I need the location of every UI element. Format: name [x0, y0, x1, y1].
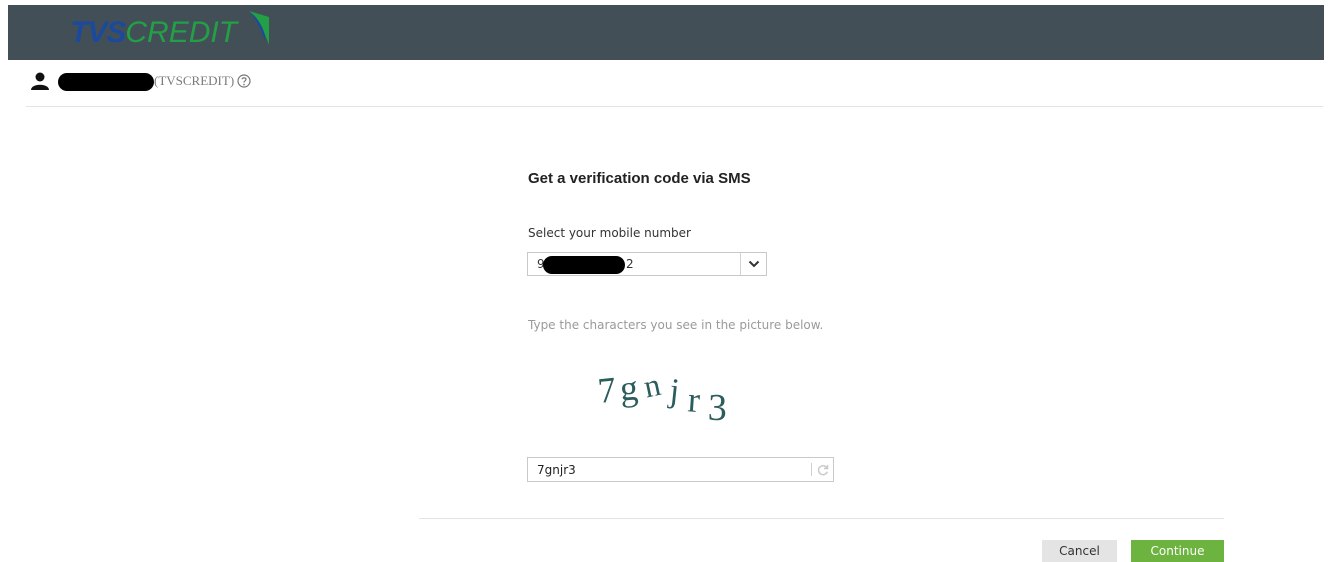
- svg-text:3: 3: [707, 387, 727, 430]
- logo-swoosh-icon: [249, 11, 269, 45]
- captcha-hint: Type the characters you see in the pictu…: [528, 318, 824, 332]
- continue-button[interactable]: Continue: [1131, 540, 1224, 562]
- logo-text-tvs: TVS: [70, 16, 126, 49]
- footer-divider: [419, 518, 1224, 519]
- redacted-mobile-digits: [543, 256, 625, 274]
- tvs-credit-logo: TVSCREDIT: [70, 13, 237, 53]
- mobile-number-suffix: 2: [626, 257, 634, 271]
- mobile-number-label: Select your mobile number: [528, 226, 691, 240]
- captcha-input[interactable]: 7gnjr3: [527, 457, 834, 482]
- captcha-input-separator: [811, 463, 812, 476]
- svg-text:r: r: [687, 379, 702, 420]
- logo-text-credit: CREDIT: [125, 16, 238, 49]
- cancel-button[interactable]: Cancel: [1042, 540, 1117, 562]
- header-divider: [26, 106, 1323, 107]
- mobile-number-select[interactable]: 97 2: [527, 252, 767, 276]
- help-icon[interactable]: [237, 74, 251, 88]
- svg-text:7: 7: [598, 369, 618, 411]
- user-org-label: (TVSCREDIT): [154, 73, 235, 88]
- svg-text:n: n: [640, 366, 663, 405]
- top-header-bar: TVSCREDIT: [8, 5, 1324, 60]
- chevron-down-icon[interactable]: [748, 259, 760, 269]
- captcha-image: 7 g n j r 3: [598, 366, 728, 430]
- svg-text:j: j: [667, 372, 681, 410]
- select-separator: [740, 253, 741, 275]
- user-icon: [31, 72, 49, 90]
- captcha-input-value: 7gnjr3: [537, 463, 576, 477]
- refresh-icon[interactable]: [816, 463, 830, 477]
- svg-text:g: g: [618, 367, 639, 408]
- redacted-username: [58, 73, 154, 91]
- page-title: Get a verification code via SMS: [528, 170, 751, 187]
